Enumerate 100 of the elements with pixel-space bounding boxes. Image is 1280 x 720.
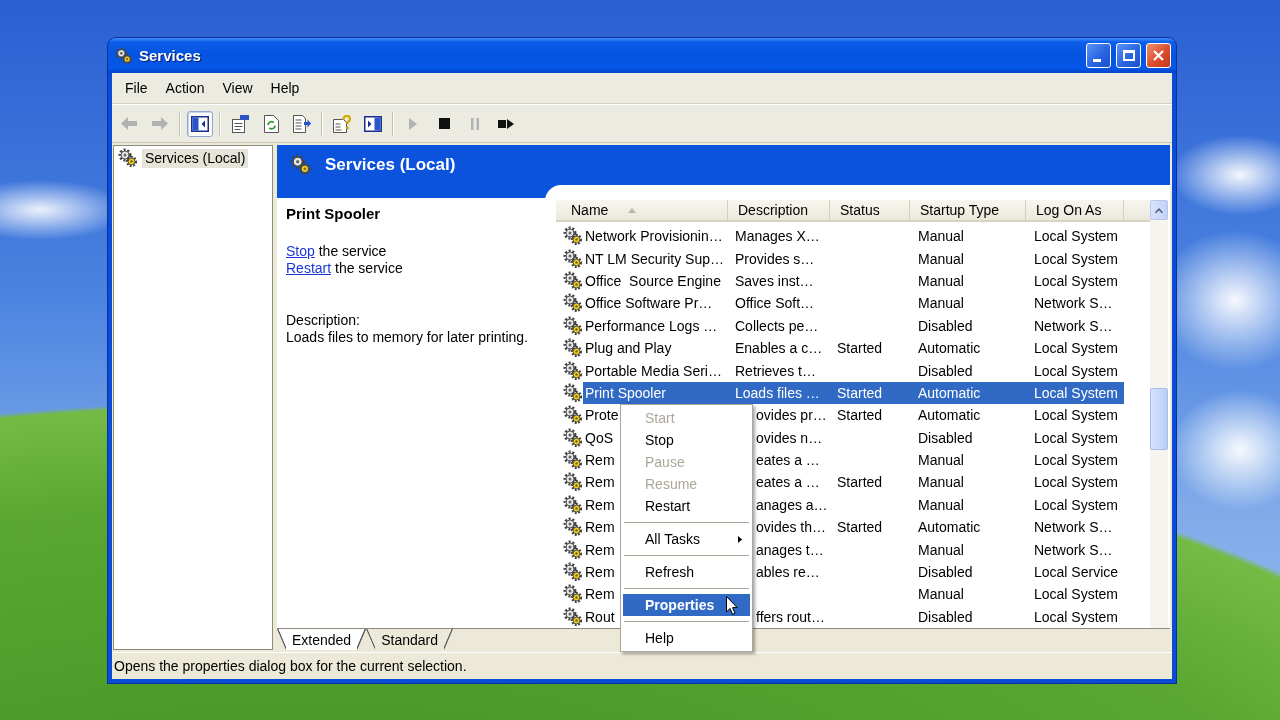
table-cell-text: Manages X… bbox=[734, 227, 821, 247]
tree-item[interactable]: Services (Local) bbox=[142, 148, 249, 168]
gears-icon bbox=[563, 539, 583, 560]
context-menu-item[interactable]: Stop bbox=[623, 429, 750, 452]
table-cell-text: Started bbox=[836, 473, 884, 493]
menu-bar-item[interactable]: File bbox=[116, 77, 157, 99]
gears-icon bbox=[563, 427, 583, 448]
table-cell-text: Rem bbox=[584, 585, 616, 605]
column-header[interactable]: Startup Type bbox=[910, 200, 1026, 220]
minimize-button[interactable] bbox=[1086, 43, 1111, 68]
table-cell-text: QoS bbox=[584, 428, 614, 448]
column-header[interactable]: Name bbox=[556, 200, 728, 220]
table-cell-text: Disabled bbox=[917, 607, 974, 627]
table-cell-text: Rem bbox=[584, 451, 616, 471]
minimize-icon bbox=[1093, 59, 1101, 62]
context-menu-item[interactable]: Help bbox=[623, 627, 750, 650]
table-cell-text: Office Soft… bbox=[734, 294, 816, 314]
table-cell-text: ovides th… bbox=[755, 518, 828, 538]
question-sheet-icon bbox=[333, 114, 351, 133]
close-icon bbox=[1153, 50, 1164, 61]
table-cell-text: Manual bbox=[917, 540, 965, 560]
table-cell-text: Network S… bbox=[1033, 518, 1114, 538]
table-cell: Automatic bbox=[910, 381, 1026, 405]
table-cell-text: Saves inst… bbox=[734, 271, 815, 291]
table-cell: Local System bbox=[1026, 381, 1124, 405]
console-tree-button[interactable] bbox=[187, 110, 213, 137]
scroll-up-button[interactable] bbox=[1150, 200, 1168, 220]
table-cell-text: Retrieves t… bbox=[734, 361, 817, 381]
gears-icon bbox=[563, 606, 583, 627]
gears-icon bbox=[563, 293, 583, 314]
right-panel-icon bbox=[364, 115, 382, 132]
service-title: Print Spooler bbox=[286, 205, 382, 223]
gears-icon bbox=[118, 148, 138, 168]
table-cell-text: Automatic bbox=[917, 406, 982, 426]
table-cell-text: Network S… bbox=[1033, 316, 1114, 336]
context-menu-item[interactable]: Properties bbox=[623, 594, 750, 617]
gears-icon bbox=[563, 450, 583, 471]
table-cell-text: Local System bbox=[1033, 585, 1120, 605]
gears-icon bbox=[563, 584, 583, 605]
table-cell-text: ables re… bbox=[755, 563, 821, 583]
table-cell-text: Local System bbox=[1033, 607, 1120, 627]
menu-bar-item[interactable]: Action bbox=[156, 77, 214, 99]
view-tab[interactable]: Standard bbox=[366, 629, 453, 650]
table-cell-text: Disabled bbox=[917, 428, 974, 448]
gears-icon bbox=[563, 405, 583, 426]
action-link[interactable]: Stop bbox=[286, 243, 315, 259]
table-cell-text: Local System bbox=[1033, 473, 1120, 493]
context-menu-item[interactable]: Refresh bbox=[623, 561, 750, 584]
table-cell-text: Local System bbox=[1033, 428, 1120, 448]
gears-icon bbox=[563, 517, 583, 538]
table-cell-text: Manual bbox=[917, 227, 965, 247]
column-header[interactable]: Description bbox=[728, 200, 830, 220]
table-cell-text: eates a … bbox=[755, 451, 821, 471]
table-cell-text: Started bbox=[836, 339, 884, 359]
mouse-pointer-icon bbox=[726, 596, 738, 616]
stop-play-icon bbox=[498, 118, 514, 129]
table-cell-text: Office Source Engine bbox=[584, 271, 722, 291]
table-cell-text: anages t… bbox=[755, 540, 825, 560]
table-cell-text: Local System bbox=[1033, 249, 1120, 269]
gears-icon bbox=[563, 315, 583, 336]
left-panel-icon bbox=[191, 115, 209, 132]
scrollbar-thumb[interactable] bbox=[1150, 388, 1168, 450]
table-cell-text: Network Provisionin… bbox=[584, 227, 724, 247]
table-cell-text: Automatic bbox=[917, 518, 982, 538]
scrollbar[interactable] bbox=[1150, 200, 1168, 628]
table-cell-text: Local System bbox=[1033, 361, 1120, 381]
close-button[interactable] bbox=[1146, 43, 1171, 68]
submenu-arrow-icon bbox=[738, 535, 742, 543]
pane-title: Services (Local) bbox=[325, 154, 456, 176]
table-cell-text: Performance Logs … bbox=[584, 316, 719, 336]
table-cell-text: Collects pe… bbox=[734, 316, 820, 336]
view-tab[interactable]: Extended bbox=[277, 629, 367, 650]
table-cell-text: Rem bbox=[584, 518, 616, 538]
action-link[interactable]: Restart bbox=[286, 260, 332, 276]
maximize-icon bbox=[1122, 50, 1135, 61]
table-cell-text: Local System bbox=[1033, 339, 1120, 359]
column-header[interactable]: Status bbox=[830, 200, 910, 220]
menu-bar-item[interactable]: View bbox=[213, 77, 262, 99]
context-menu-item[interactable]: Restart bbox=[623, 495, 750, 518]
context-menu-item[interactable]: All Tasks bbox=[623, 528, 750, 551]
property-sheet-icon bbox=[231, 114, 249, 133]
table-cell-text: Manual bbox=[917, 585, 965, 605]
table-cell-text: Rem bbox=[584, 540, 616, 560]
description-label: Description: bbox=[286, 312, 361, 329]
menu-bar-item[interactable]: Help bbox=[261, 77, 309, 99]
gears-icon bbox=[115, 46, 133, 65]
table-cell-text: Rem bbox=[584, 473, 616, 493]
column-header[interactable]: Log On As bbox=[1026, 200, 1124, 220]
status-text: Opens the properties dialog box for the current selection. bbox=[114, 658, 467, 674]
gears-icon bbox=[563, 360, 583, 381]
sort-arrow-icon bbox=[628, 207, 637, 213]
table-cell: Loads files … bbox=[728, 381, 830, 405]
table-cell: Print Spooler bbox=[583, 381, 728, 405]
right-arrow-icon bbox=[152, 117, 168, 130]
table-cell-text: Local System bbox=[1033, 495, 1120, 515]
table-cell-text: Manual bbox=[917, 473, 965, 493]
table-cell-text: ffers rout… bbox=[755, 607, 826, 627]
table-cell-text: Rem bbox=[584, 495, 616, 515]
table-cell-text: Prote bbox=[584, 406, 620, 426]
maximize-button[interactable] bbox=[1116, 43, 1141, 68]
